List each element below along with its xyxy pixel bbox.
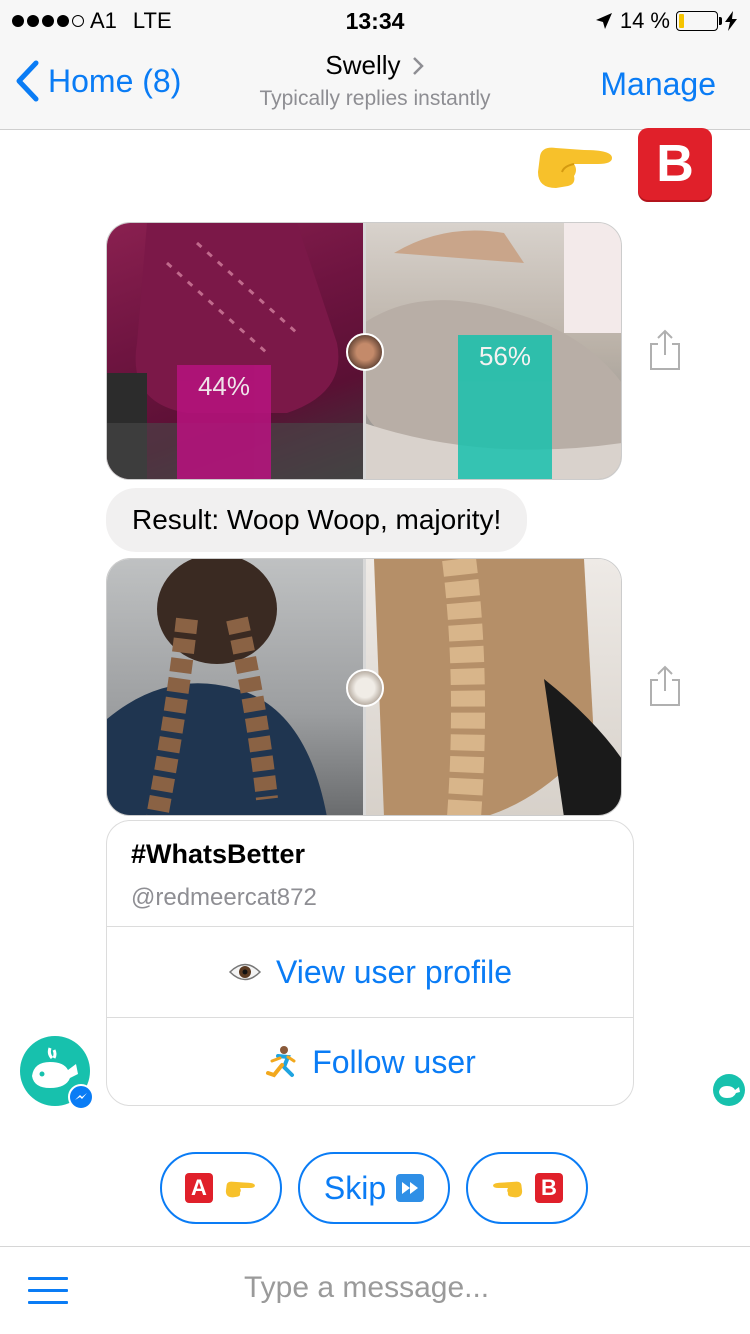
status-right: 14 % xyxy=(594,8,738,34)
chevron-right-icon xyxy=(412,56,424,75)
share-icon[interactable] xyxy=(648,664,682,708)
location-arrow-icon xyxy=(595,13,612,29)
b-button-icon: B xyxy=(638,128,712,200)
follow-user-button[interactable]: Follow user xyxy=(107,1017,633,1105)
conversation-title: Swelly xyxy=(325,50,401,80)
chevron-left-icon xyxy=(16,60,39,102)
poll-author-avatar xyxy=(346,669,384,707)
messenger-badge-icon xyxy=(68,1084,94,1110)
poll-option-a-image xyxy=(107,559,364,815)
poll-author-avatar xyxy=(346,333,384,371)
quick-reply-a[interactable]: A xyxy=(160,1152,282,1224)
menu-icon[interactable] xyxy=(28,1277,68,1307)
battery-fill xyxy=(679,14,685,28)
conversation-subtitle: Typically replies instantly xyxy=(259,87,491,110)
braids-back-illustration xyxy=(107,559,327,815)
status-bar: A1 LTE 13:34 14 % xyxy=(0,0,750,40)
quick-replies: A Skip B xyxy=(160,1152,588,1224)
result-message: Result: Woop Woop, majority! xyxy=(106,488,528,552)
poll-option-a-percent: 44% xyxy=(197,371,251,401)
card-title: #WhatsBetter xyxy=(131,839,306,869)
point-left-icon xyxy=(493,1181,523,1198)
back-label: Home (8) xyxy=(48,62,182,99)
sent-message: B xyxy=(534,128,712,200)
message-input[interactable] xyxy=(244,1271,664,1305)
conversation-header[interactable]: Swelly Typically replies instantly xyxy=(200,50,550,111)
point-right-icon xyxy=(225,1181,255,1198)
poll-option-b-bar: 56% xyxy=(458,335,552,479)
card-username: @redmeercat872 xyxy=(131,884,317,911)
poll-option-b-image xyxy=(364,559,621,815)
poll-image-1[interactable]: 44% 56% xyxy=(106,222,622,480)
view-user-profile-button[interactable]: View user profile xyxy=(107,927,633,1017)
whale-icon xyxy=(719,1086,740,1098)
poll-image-2[interactable] xyxy=(106,558,622,816)
fast-forward-icon xyxy=(396,1174,425,1202)
braid-blonde-illustration xyxy=(374,559,621,815)
view-user-profile-label: View user profile xyxy=(276,953,512,990)
share-icon[interactable] xyxy=(648,328,682,372)
a-button-icon: A xyxy=(185,1173,213,1203)
charging-bolt-icon xyxy=(725,11,737,31)
skip-label: Skip xyxy=(323,1169,387,1206)
b-button-icon: B xyxy=(535,1173,563,1203)
message-composer xyxy=(0,1246,750,1334)
point-right-icon xyxy=(538,147,612,188)
manage-button[interactable]: Manage xyxy=(600,66,716,103)
quick-reply-b[interactable]: B xyxy=(466,1152,588,1224)
nav-bar: Home (8) Swelly Typically replies instan… xyxy=(0,40,750,130)
back-button[interactable]: Home (8) xyxy=(14,60,181,102)
eye-icon xyxy=(228,963,262,981)
battery-percent: 14 % xyxy=(619,8,670,33)
poll-option-b-percent: 56% xyxy=(478,341,532,371)
runner-icon xyxy=(266,1045,296,1077)
follow-user-label: Follow user xyxy=(312,1044,476,1080)
poll-option-b-image: 56% xyxy=(364,223,621,479)
quick-reply-skip[interactable]: Skip xyxy=(298,1152,450,1224)
read-receipt-avatar xyxy=(713,1074,745,1106)
poll-option-a-image: 44% xyxy=(107,223,364,479)
poll-option-a-bar: 44% xyxy=(177,365,271,479)
card-header: #WhatsBetter @redmeercat872 xyxy=(107,821,633,927)
battery-icon xyxy=(676,11,722,31)
poll-info-card: #WhatsBetter @redmeercat872 View user pr… xyxy=(106,820,634,1106)
